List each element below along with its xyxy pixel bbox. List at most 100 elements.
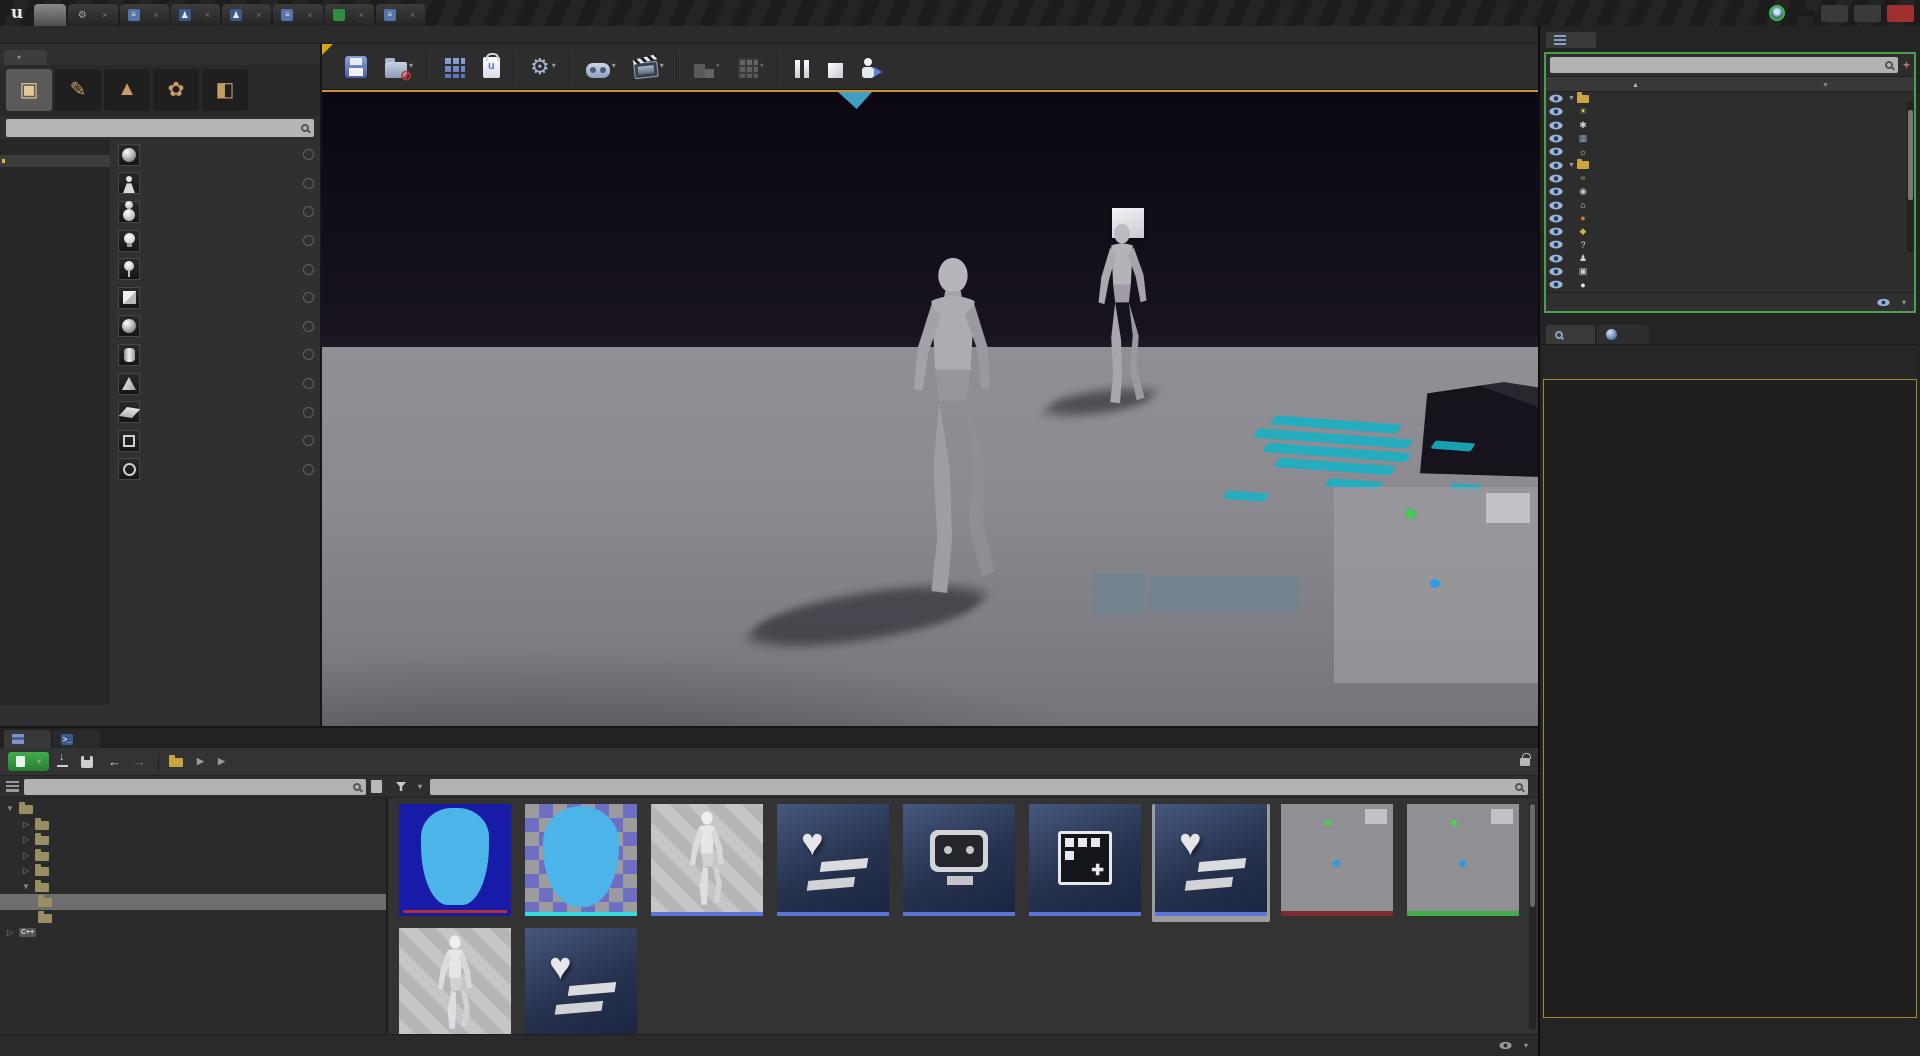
outliner-row[interactable]: ? [1546,238,1914,251]
asset-grid-scrollbar[interactable] [1529,802,1536,1030]
category-cinematic[interactable] [0,179,110,191]
list-view-icon[interactable] [371,780,382,793]
tree-item-geometry[interactable]: ▷ [0,817,386,833]
place-item-cone[interactable] [110,369,320,398]
outliner-row[interactable]: ≈ [1546,172,1914,185]
search-paths-input[interactable] [29,780,349,793]
close-button[interactable] [1887,4,1914,22]
chevron-expanded-icon[interactable]: ▼ [1567,95,1576,102]
world-outliner-tab[interactable] [1546,32,1596,48]
tab-thirdpersoncharacter[interactable]: ♟ × [170,4,221,26]
chevron-collapsed-icon[interactable]: ▷ [22,820,30,829]
import-button[interactable] [57,751,73,767]
category-visual-effects[interactable] [0,191,110,203]
tree-item-thirdpersoncpp[interactable]: ▼ [0,879,386,895]
chevron-expanded-icon[interactable]: ▼ [22,882,30,891]
outliner-row[interactable]: ● [1546,278,1914,291]
save-all-button[interactable] [81,755,98,768]
chevron-expanded-icon[interactable]: ▼ [1567,162,1576,169]
outliner-row[interactable]: ▼ [1546,158,1914,171]
visibility-eye-icon[interactable] [1549,240,1563,249]
tab-enemycharacter[interactable]: ♟ × [222,4,272,26]
visibility-eye-icon[interactable] [1549,94,1563,103]
tree-item-mannequin[interactable]: ▷ [0,832,386,848]
asset-enemycharacter[interactable] [648,804,766,922]
tab-close-icon[interactable]: × [154,10,159,20]
drag-grip-icon[interactable] [303,263,314,275]
blueprints-button[interactable]: ▾ [577,52,625,82]
visibility-eye-icon[interactable] [1549,267,1563,276]
drag-grip-icon[interactable] [303,292,314,304]
tab-close-icon[interactable]: × [205,10,210,20]
place-item-box-trigger[interactable] [110,426,320,455]
visibility-eye-icon[interactable] [1549,161,1563,170]
outliner-row[interactable]: ● [1546,212,1914,225]
drag-grip-icon[interactable] [303,235,314,247]
drag-grip-icon[interactable] [303,206,314,218]
outliner-row[interactable]: ◆ [1546,225,1914,238]
paint-mode-button[interactable]: ✎ [55,68,101,111]
asset-detectionmeter[interactable] [396,804,514,922]
view-options-button[interactable]: ▾ [1499,1041,1528,1050]
asset-enemyhud[interactable]: ♥ [774,804,892,922]
level-viewport[interactable] [322,90,1538,726]
save-current-button[interactable] [336,52,376,82]
asset-minimap-rendertarget[interactable] [1278,804,1396,922]
category-lights[interactable] [0,167,110,179]
source-control-button[interactable]: ▾ [376,52,422,84]
chevron-collapsed-icon[interactable]: ▷ [6,928,14,937]
asset-gamemodetest[interactable] [900,804,1018,922]
add-new-button[interactable]: ▾ [8,752,50,771]
place-item-point-light[interactable] [110,226,320,255]
asset-minimap-rendertarget-mat[interactable] [1404,804,1522,922]
tab-close-icon[interactable]: × [359,10,364,20]
outliner-row[interactable]: ☼ [1546,145,1914,158]
chevron-expanded-icon[interactable]: ▼ [6,804,14,813]
tab-close-icon[interactable]: × [51,10,56,20]
drag-grip-icon[interactable] [303,435,314,447]
tab-content-browser[interactable] [4,730,51,748]
outliner-row[interactable]: ▣ [1546,265,1914,278]
foliage-mode-button[interactable]: ✿ [153,68,199,111]
tree-item-cpp-classes[interactable]: ▷ C++ [0,925,386,941]
modes-panel-tab[interactable]: ▾ [4,49,48,65]
geometry-mode-button[interactable]: ◧ [202,68,248,111]
outliner-row[interactable]: ♟ [1546,252,1914,265]
asset-detectionmeter-sprite[interactable] [522,804,640,922]
column-label[interactable]: ▲ [1546,78,1796,90]
stop-button[interactable] [819,52,852,82]
chevron-collapsed-icon[interactable]: ▷ [22,851,30,860]
tree-item-content[interactable]: ▼ [0,801,386,817]
visibility-eye-icon[interactable] [1549,174,1563,183]
tab-level-map[interactable]: × [34,4,67,26]
tab-close-icon[interactable]: × [307,10,312,20]
tab-hurtui[interactable]: ≡ × [375,4,426,26]
asset-thirdpersoncharacter[interactable] [396,928,514,1034]
drag-grip-icon[interactable] [303,320,314,332]
pause-button[interactable] [785,52,819,82]
tab-world-settings[interactable] [1597,325,1649,344]
chevron-collapsed-icon[interactable]: ▷ [22,835,30,844]
outliner-row[interactable]: ◉ [1546,185,1914,198]
column-type[interactable]: ▼ [1796,78,1914,90]
asset-hudtest[interactable] [1026,804,1144,922]
landscape-mode-button[interactable]: ▲ [104,68,150,111]
drag-grip-icon[interactable] [303,149,314,161]
chevron-collapsed-icon[interactable]: ▷ [22,866,30,875]
place-item-empty-pawn[interactable] [110,198,320,227]
content-button[interactable] [434,52,474,82]
outliner-filter-icon[interactable]: + [1903,58,1910,72]
eject-button[interactable] [852,52,888,82]
place-item-sphere-trigger[interactable] [110,455,320,484]
tree-item-thirdperson[interactable]: ▷ [0,863,386,879]
settings-button[interactable]: ⚙ ▾ [521,52,565,82]
outliner-view-options-button[interactable]: ▾ [1877,298,1906,307]
maximize-button[interactable] [1854,4,1881,22]
place-item-cylinder[interactable] [110,341,320,370]
visibility-eye-icon[interactable] [1549,214,1563,223]
outliner-row[interactable]: ▦ [1546,132,1914,145]
visibility-eye-icon[interactable] [1549,121,1563,130]
visibility-eye-icon[interactable] [1549,134,1563,143]
tab-details[interactable] [1546,325,1595,344]
tab-output-log[interactable]: >_ [53,730,100,748]
